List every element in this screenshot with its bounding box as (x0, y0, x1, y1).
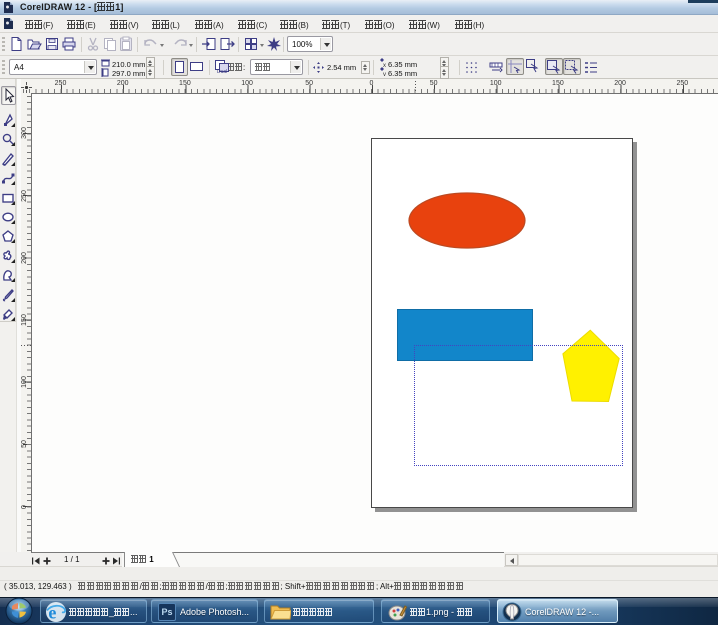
svg-text:Dual: Dual (217, 69, 227, 74)
svg-text:y: y (383, 72, 386, 76)
